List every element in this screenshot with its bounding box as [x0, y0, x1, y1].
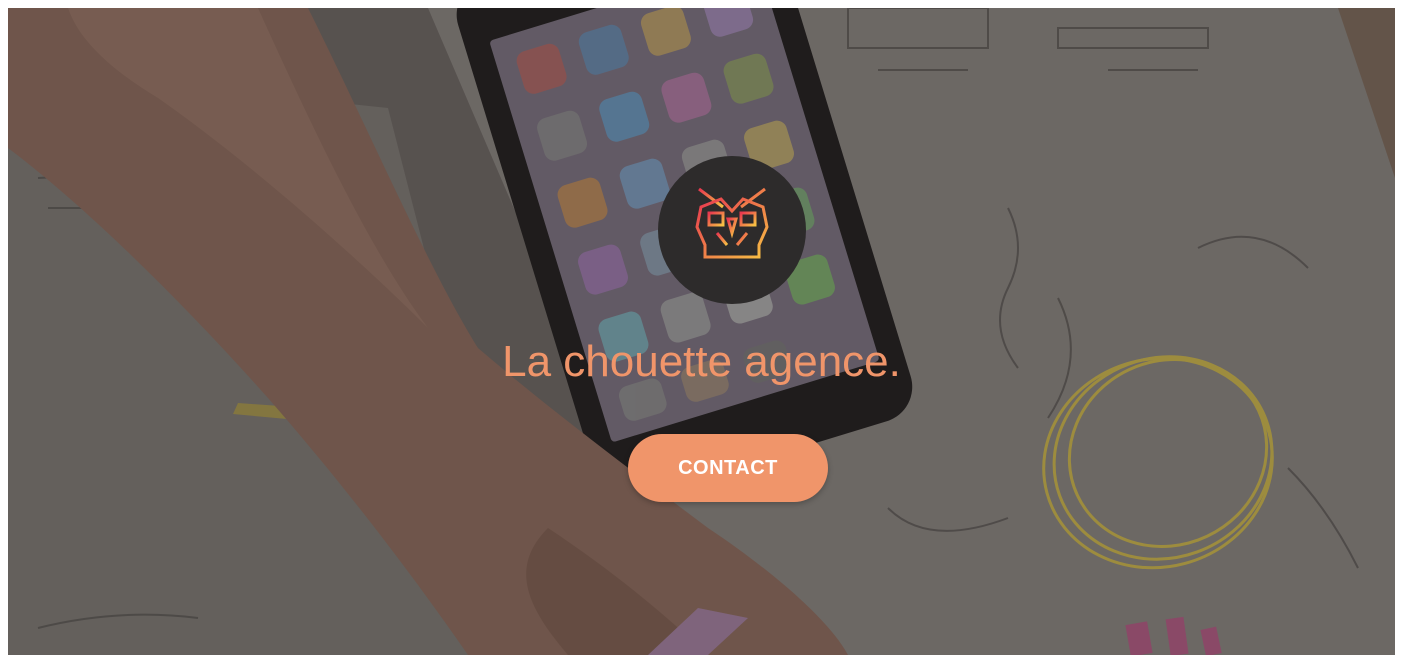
hero-overlay: [8, 8, 1395, 655]
logo: [658, 156, 806, 304]
page: La chouette agence. CONTACT: [0, 0, 1402, 655]
hero-tagline: La chouette agence.: [502, 337, 901, 386]
contact-button[interactable]: CONTACT: [628, 434, 828, 502]
owl-icon: [695, 187, 769, 271]
hero-section: La chouette agence. CONTACT: [8, 8, 1395, 655]
